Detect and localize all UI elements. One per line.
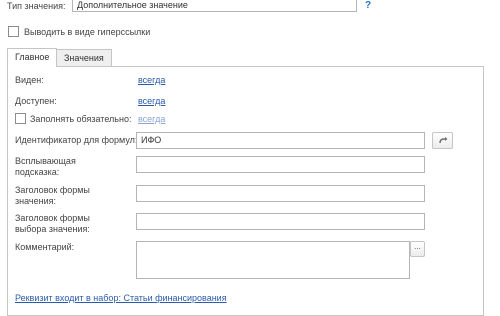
comment-label: Комментарий: (15, 242, 75, 252)
formula-id-field[interactable]: ИФО (136, 132, 425, 149)
formula-refresh-button[interactable] (432, 132, 453, 149)
value-type-label: Тип значения: (7, 1, 66, 11)
help-mark[interactable]: ? (365, 0, 371, 12)
tooltip-label: Всплывающая подсказка: (15, 156, 76, 177)
value-form-title-field[interactable] (136, 185, 425, 202)
value-form-title-label: Заголовок формы значения: (15, 185, 90, 206)
choice-form-title-label: Заголовок формы выбора значения: (15, 213, 90, 234)
value-type-field[interactable]: Дополнительное значение (72, 0, 357, 12)
tab-values[interactable]: Значения (56, 49, 112, 67)
hyperlink-checkbox[interactable] (8, 26, 19, 37)
comment-more-button[interactable]: ... (410, 241, 425, 257)
tooltip-field[interactable] (136, 156, 425, 173)
available-label: Доступен: (15, 96, 57, 106)
arrow-curve-icon (438, 136, 449, 147)
visible-link[interactable]: всегда (138, 74, 165, 86)
comment-field[interactable] (136, 241, 410, 279)
choice-form-title-field[interactable] (136, 213, 425, 230)
required-checkbox[interactable] (15, 113, 26, 124)
visible-label: Виден: (15, 75, 44, 85)
available-link[interactable]: всегда (138, 95, 165, 107)
required-link[interactable]: всегда (138, 113, 165, 125)
required-label: Заполнять обязательно: (30, 114, 132, 124)
tab-main[interactable]: Главное (7, 48, 58, 67)
hyperlink-checkbox-label: Выводить в виде гиперссылки (24, 27, 151, 37)
formula-id-label: Идентификатор для формул: (15, 135, 138, 145)
set-membership-link[interactable]: Реквизит входит в набор: Статьи финансир… (15, 292, 227, 304)
